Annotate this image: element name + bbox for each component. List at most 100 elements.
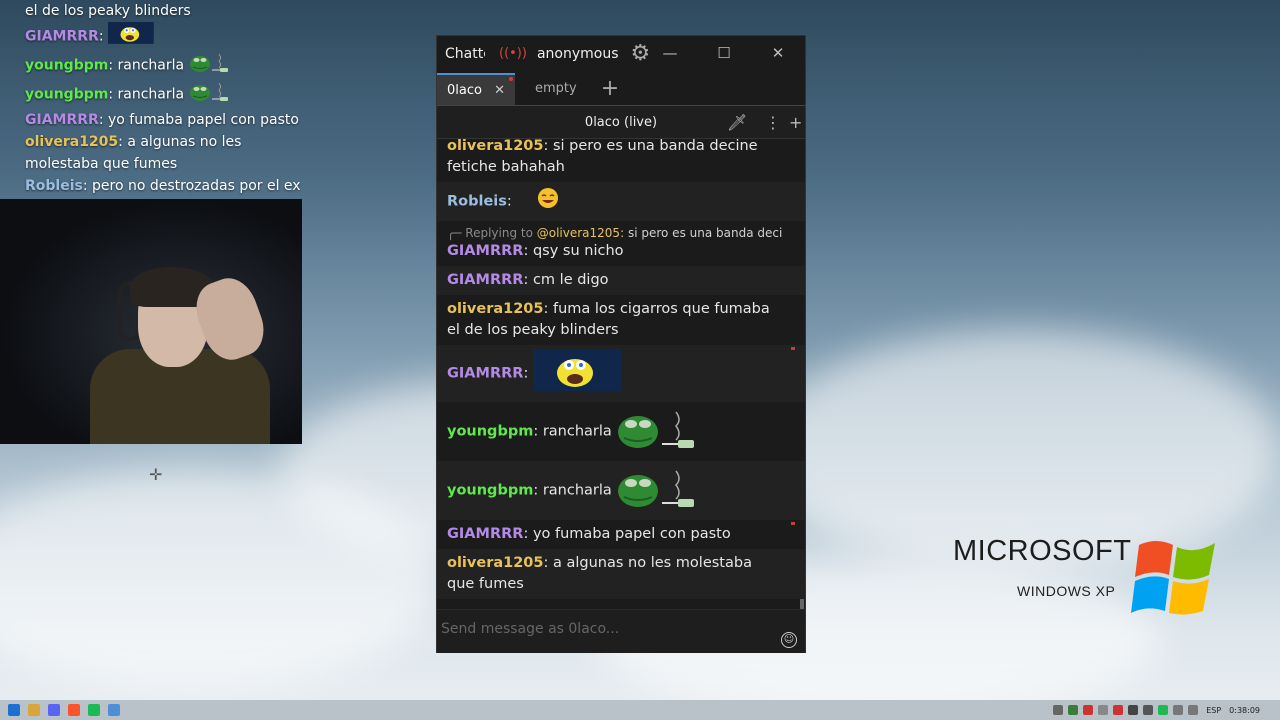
laugh-emote xyxy=(536,186,560,217)
chat-message[interactable]: olivera1205: a algunas no les molestaba … xyxy=(437,549,805,599)
microphone-icon[interactable] xyxy=(1173,705,1184,715)
tab-label: 0laco xyxy=(447,83,482,98)
chat-username[interactable]: olivera1205 xyxy=(447,138,543,154)
chat-username[interactable]: youngbpm xyxy=(447,483,533,499)
spotify-icon[interactable] xyxy=(88,704,100,716)
webcam-feed xyxy=(0,199,302,444)
reply-username[interactable]: @olivera1205: xyxy=(537,226,624,240)
add-tab-button[interactable]: + xyxy=(593,73,627,105)
overlay-username: GIAMRRR xyxy=(25,28,99,45)
chat-message[interactable]: GIAMRRR: xyxy=(437,345,805,402)
tray-app-icon[interactable] xyxy=(1128,705,1139,715)
overlay-chat-line: GIAMRRR: xyxy=(25,22,315,51)
tray-app-icon[interactable] xyxy=(1098,705,1109,715)
chat-username[interactable]: GIAMRRR xyxy=(447,366,523,382)
pepe-smoke-emote xyxy=(616,406,704,457)
chat-message[interactable]: youngbpm: rancharla xyxy=(437,402,805,461)
overlay-chat-line: Robleis: pero no destrozadas por el ex xyxy=(25,177,301,194)
title-bar[interactable]: Chatterino ((•)) anonymous ⚙ — ☐ ✕ xyxy=(437,36,805,71)
chat-message[interactable]: olivera1205: fuma los cigarros que fumab… xyxy=(437,295,805,345)
chat-username[interactable]: GIAMRRR xyxy=(447,272,523,288)
close-window-button[interactable]: ✕ xyxy=(751,36,805,71)
tray-app-icon[interactable] xyxy=(1113,705,1124,715)
account-switcher[interactable]: anonymous xyxy=(537,46,619,62)
chat-username[interactable]: Robleis xyxy=(447,194,507,210)
message-input[interactable] xyxy=(441,616,771,642)
overlay-username: Robleis xyxy=(25,177,83,194)
discord-icon[interactable] xyxy=(48,704,60,716)
chat-username[interactable]: olivera1205 xyxy=(447,301,543,317)
pepe-smoke-emote xyxy=(189,80,233,109)
chat-message[interactable]: GIAMRRR: yo fumaba papel con pasto xyxy=(437,520,805,549)
overlay-message-text: rancharla xyxy=(117,57,185,74)
chat-username[interactable]: GIAMRRR xyxy=(447,526,523,542)
language-indicator[interactable]: ESP xyxy=(1206,706,1221,715)
taskbar: ESP 0:38:09 xyxy=(0,700,1280,720)
stream-overlay-chat: el de los peaky blinders GIAMRRR: youngbp… xyxy=(25,0,315,197)
windows-flag-icon xyxy=(1131,541,1215,615)
pepe-smoke-emote xyxy=(616,465,704,516)
chat-username[interactable]: olivera1205 xyxy=(447,555,543,571)
chat-message[interactable]: GIAMRRR: cm le digo xyxy=(437,266,805,295)
brave-browser-icon[interactable] xyxy=(68,704,80,716)
start-icon[interactable] xyxy=(8,704,20,716)
clock[interactable]: 0:38:09 xyxy=(1229,706,1260,715)
chat-message[interactable]: Robleis: xyxy=(437,182,805,221)
tray-app-icon[interactable] xyxy=(1083,705,1094,715)
xp-logo-title: MICROSOFT xyxy=(953,535,1132,567)
chat-message[interactable]: ╭─ Replying to @olivera1205: si pero es … xyxy=(437,221,805,266)
overlay-message-text: yo fumaba papel con pasto xyxy=(107,111,299,128)
tab-bar: 0laco ✕ empty + xyxy=(437,71,805,105)
emoji-icon[interactable]: ☺ xyxy=(781,632,797,648)
overlay-chat-line: el de los peaky blinders xyxy=(25,0,315,22)
volume-icon[interactable] xyxy=(1188,705,1199,715)
maximize-button[interactable]: ☐ xyxy=(697,36,751,71)
chat-username[interactable]: youngbpm xyxy=(447,424,533,440)
input-area: ☺ xyxy=(437,609,805,653)
scrollbar-thumb[interactable] xyxy=(800,599,804,609)
channel-title: 0laco (live) xyxy=(584,114,658,130)
chat-message[interactable]: olivera1205: si pero es una banda decine… xyxy=(437,132,805,182)
chat-window: Chatterino ((•)) anonymous ⚙ — ☐ ✕ 0laco… xyxy=(436,35,806,653)
chat-message-text: rancharla xyxy=(542,423,612,440)
streamer-mode-icon[interactable]: ((•)) xyxy=(499,46,527,61)
windows-xp-logo: MICROSOFT WINDOWS XP xyxy=(953,535,1215,615)
file-explorer-icon[interactable] xyxy=(28,704,40,716)
system-tray: ESP 0:38:09 xyxy=(1048,700,1280,720)
minimize-button[interactable]: — xyxy=(643,36,697,71)
overlay-chat-line: olivera1205: a algunas no les molestaba … xyxy=(25,133,242,172)
tray-app-icon[interactable] xyxy=(1068,705,1079,715)
chat-message-text: qsy su nicho xyxy=(532,243,624,259)
chat-message-text: yo fumaba papel con pasto xyxy=(532,526,731,542)
xp-logo-subtitle: WINDOWS XP xyxy=(1017,583,1116,599)
reply-text: si pero es una banda decir... xyxy=(627,226,783,240)
reply-prefix: Replying to xyxy=(465,226,533,240)
tab-0laco[interactable]: 0laco ✕ xyxy=(437,73,515,105)
add-split-icon[interactable]: + xyxy=(789,113,802,132)
message-marker xyxy=(791,347,795,350)
app-name: Chatterino xyxy=(445,45,485,62)
message-list[interactable]: olivera1205: si pero es una banda decine… xyxy=(437,132,805,600)
tray-app-icon[interactable] xyxy=(1158,705,1169,715)
overlay-username: GIAMRRR xyxy=(25,111,99,128)
spongebob-emote xyxy=(532,349,621,398)
overlay-chat-line: youngbpm: rancharla xyxy=(25,80,315,109)
chat-message[interactable]: Robleis: pero no destrozadas por el ex xyxy=(437,599,805,600)
mouse-cursor-icon: ✛ xyxy=(149,465,163,484)
more-options-icon[interactable]: ⋮ xyxy=(765,113,781,132)
tray-app-icon[interactable] xyxy=(1053,705,1064,715)
chatterino-icon[interactable] xyxy=(108,704,120,716)
close-tab-icon[interactable]: ✕ xyxy=(494,83,505,98)
tray-app-icon[interactable] xyxy=(1143,705,1154,715)
overlay-username: olivera1205 xyxy=(25,133,119,150)
reply-context[interactable]: ╭─ Replying to @olivera1205: si pero es … xyxy=(447,225,783,241)
reply-arrow-icon: ╭─ xyxy=(447,226,466,240)
chat-message[interactable]: youngbpm: rancharla xyxy=(437,461,805,520)
moderation-sword-icon[interactable]: 🗡 xyxy=(727,113,747,132)
chat-message-text: rancharla xyxy=(542,482,612,499)
tab-empty[interactable]: empty xyxy=(525,73,587,105)
message-marker xyxy=(791,522,795,525)
chat-username[interactable]: GIAMRRR xyxy=(447,243,523,259)
background-cloud xyxy=(760,330,1280,570)
overlay-message-text: pero no destrozadas por el ex xyxy=(92,177,301,194)
